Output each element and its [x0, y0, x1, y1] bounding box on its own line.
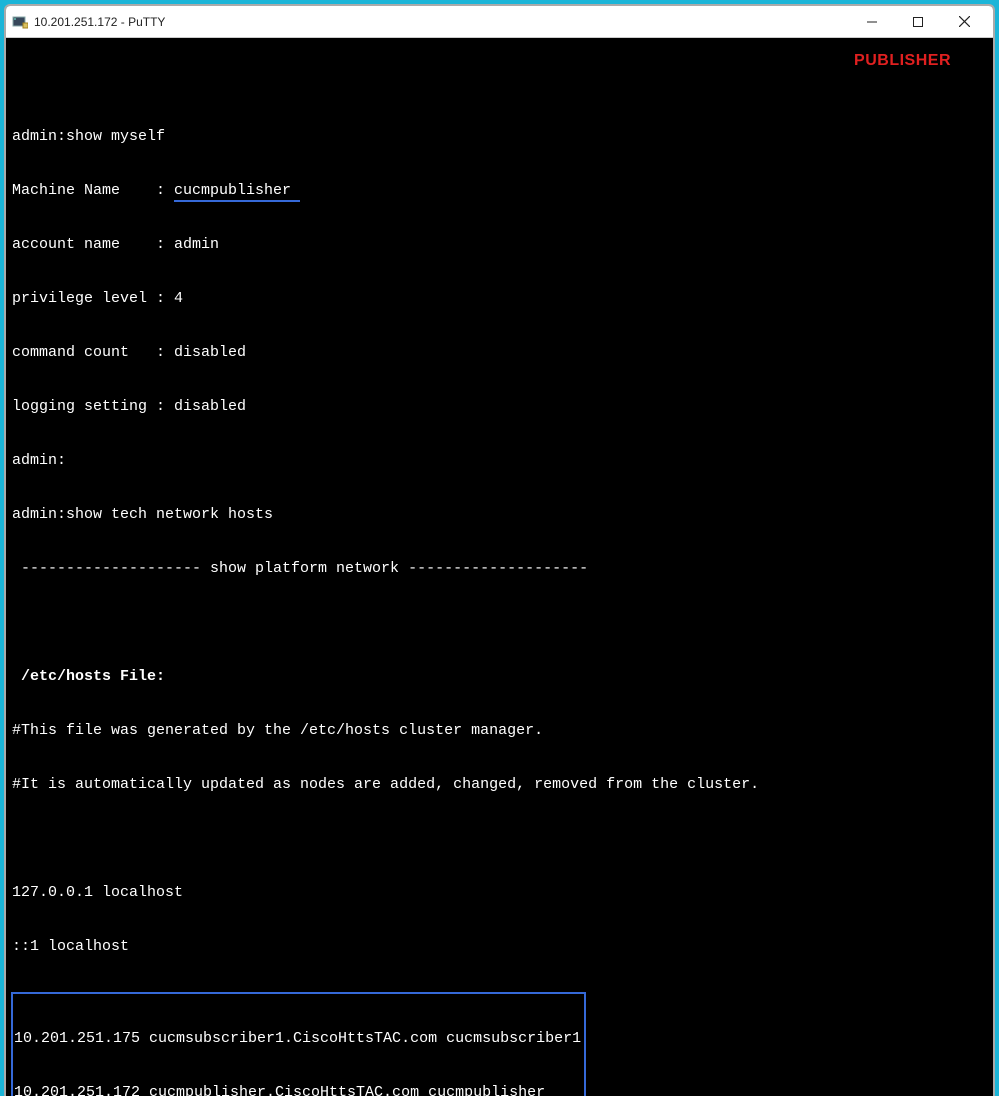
terminal-line: admin:show tech network hosts	[12, 506, 987, 524]
terminal-line: logging setting : disabled	[12, 398, 987, 416]
maximize-button[interactable]	[895, 7, 941, 37]
terminal-line: admin:show myself	[12, 128, 987, 146]
terminal-line: account name : admin	[12, 236, 987, 254]
window-controls	[849, 7, 987, 37]
title-bar-left: 10.201.251.172 - PuTTY	[12, 14, 165, 30]
terminal-line: admin:	[12, 452, 987, 470]
window-title: 10.201.251.172 - PuTTY	[34, 15, 165, 29]
terminal-line: ::1 localhost	[12, 938, 987, 956]
putty-icon	[12, 14, 28, 30]
close-button[interactable]	[941, 7, 987, 37]
hosts-highlight-box: 10.201.251.175 cucmsubscriber1.CiscoHtts…	[11, 992, 586, 1096]
terminal-area[interactable]: PUBLISHER admin:show myself Machine Name…	[6, 38, 993, 1096]
machine-name-value: cucmpublisher	[174, 182, 291, 202]
terminal-line: #It is automatically updated as nodes ar…	[12, 776, 987, 794]
terminal-line: privilege level : 4	[12, 290, 987, 308]
publisher-label: PUBLISHER	[854, 52, 951, 70]
terminal-line	[12, 614, 987, 632]
putty-window: 10.201.251.172 - PuTTY PUBLISHER admin:s…	[4, 4, 995, 1096]
terminal-line: -------------------- show platform netwo…	[12, 560, 987, 578]
terminal-line: 10.201.251.172 cucmpublisher.CiscoHttsTA…	[14, 1084, 581, 1096]
terminal-line: command count : disabled	[12, 344, 987, 362]
terminal-line: #This file was generated by the /etc/hos…	[12, 722, 987, 740]
terminal-line: /etc/hosts File:	[12, 668, 987, 686]
terminal-line: 127.0.0.1 localhost	[12, 884, 987, 902]
terminal-line	[12, 830, 987, 848]
title-bar[interactable]: 10.201.251.172 - PuTTY	[6, 6, 993, 38]
terminal-line: Machine Name : cucmpublisher	[12, 182, 987, 200]
minimize-button[interactable]	[849, 7, 895, 37]
terminal-line: 10.201.251.175 cucmsubscriber1.CiscoHtts…	[14, 1030, 581, 1048]
